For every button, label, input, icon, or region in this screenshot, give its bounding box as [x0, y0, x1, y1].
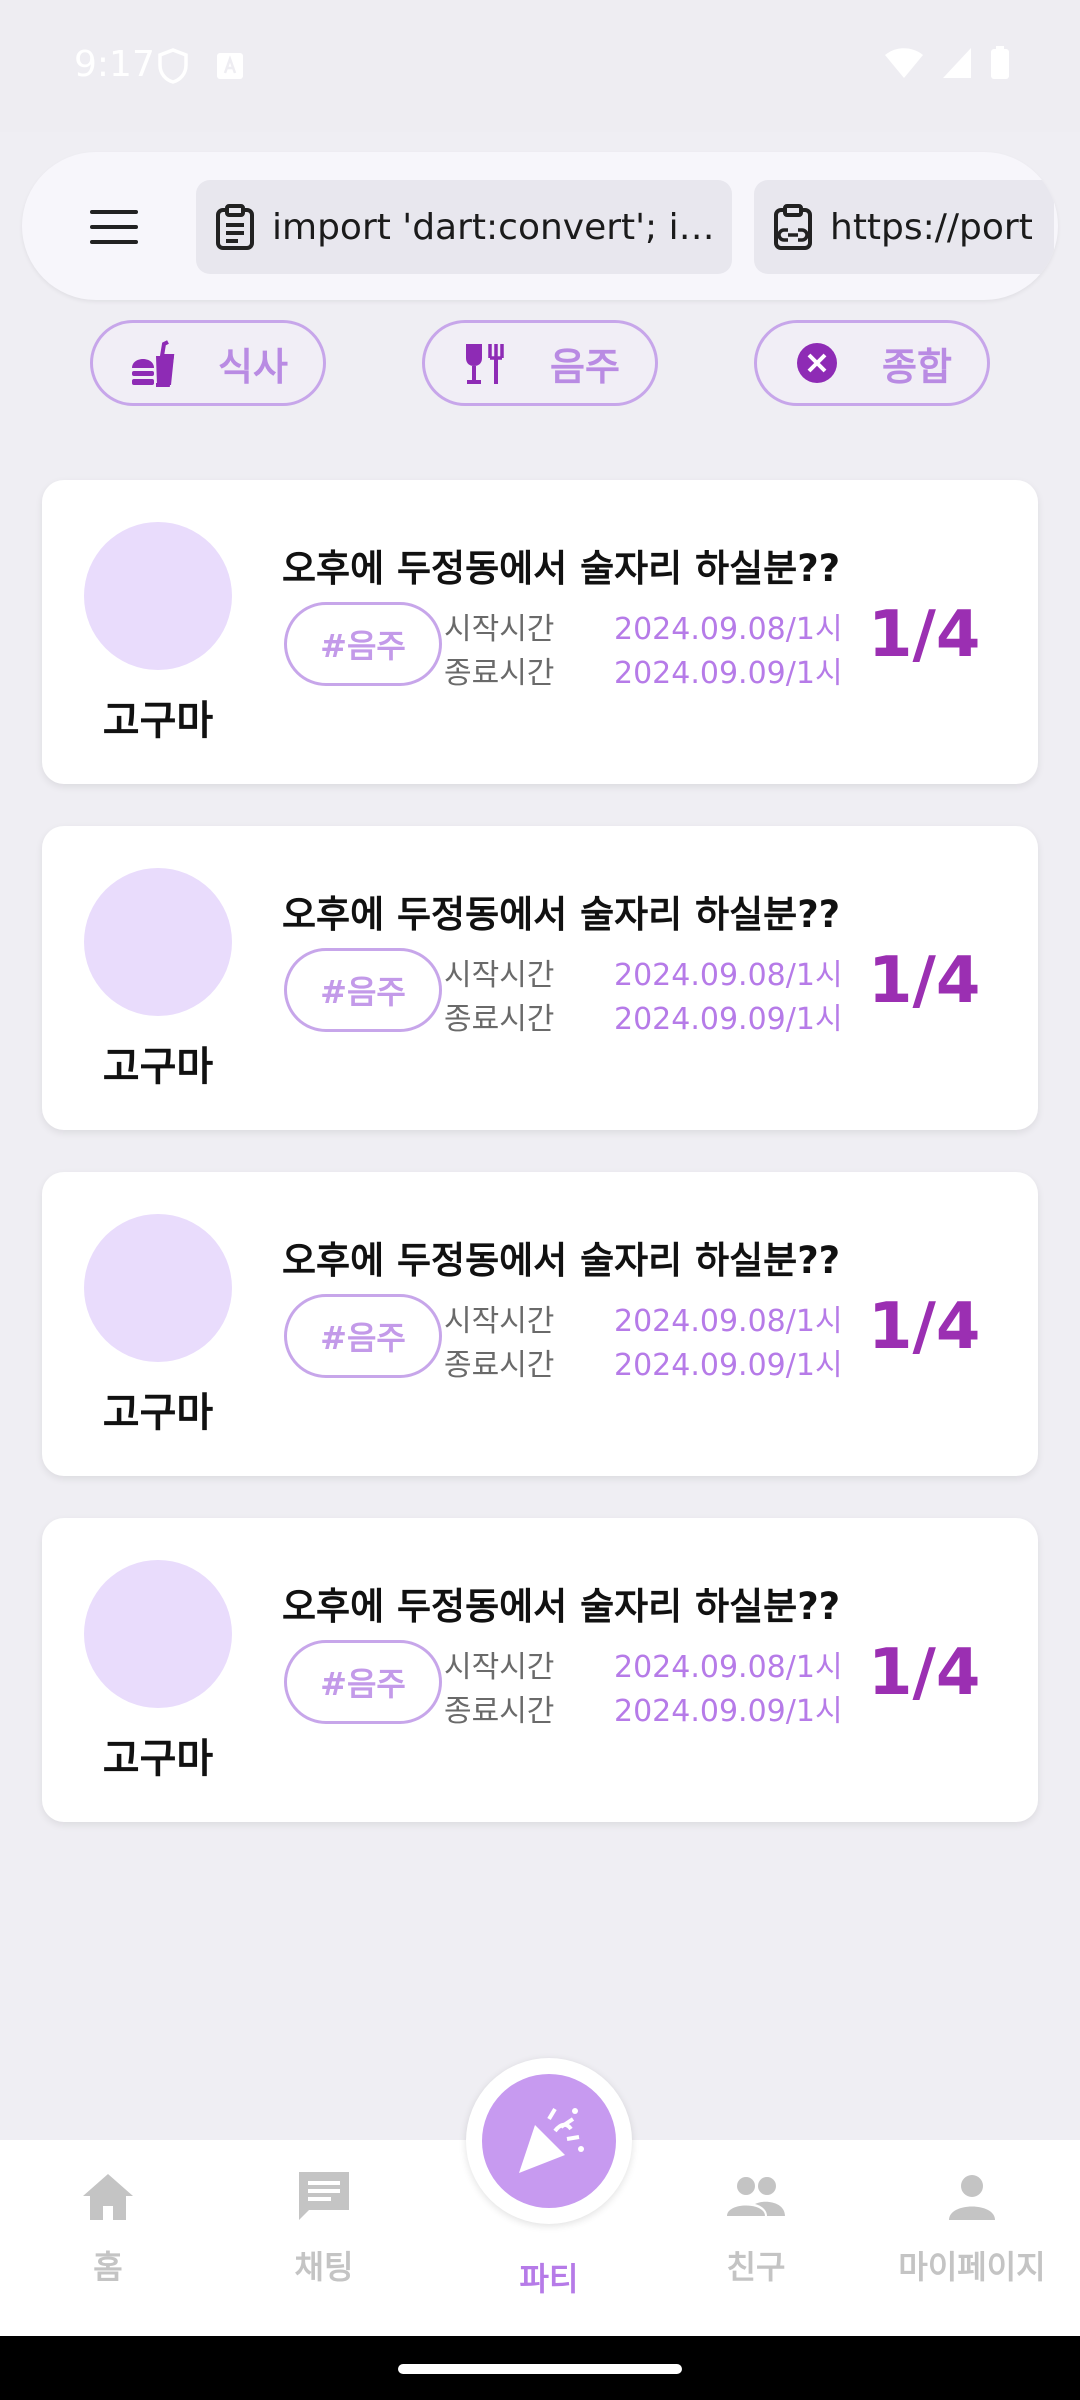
start-time-value: 2024.09.08/1시 — [614, 958, 843, 993]
host-name: 고구마 — [102, 1390, 214, 1436]
start-time-value: 2024.09.08/1시 — [614, 1304, 843, 1339]
category-drink-button[interactable]: 음주 — [422, 320, 658, 406]
party-fab-container — [466, 2058, 632, 2224]
nav-party-label: 파티 — [519, 2260, 579, 2298]
wifi-icon — [885, 48, 923, 78]
party-tag: #음주 — [284, 602, 442, 686]
party-card[interactable]: 고구마 오후에 두정동에서 술자리 하실분?? #음주 시작시간 2024.09… — [42, 826, 1038, 1130]
cellular-signal-icon — [943, 48, 971, 78]
end-time-label: 종료시간 — [444, 1348, 555, 1383]
party-tag: #음주 — [284, 1294, 442, 1378]
home-icon — [83, 2174, 133, 2220]
nav-home-label: 홈 — [93, 2248, 123, 2286]
clipboard-chip-code[interactable]: import 'dart:convert'; i… — [196, 180, 732, 274]
start-time-label: 시작시간 — [444, 958, 555, 993]
clipboard-toolbar: import 'dart:convert'; i… https://port — [22, 152, 1058, 300]
clipboard-link-icon — [774, 204, 812, 250]
menu-icon-line — [90, 210, 138, 214]
end-time-value: 2024.09.09/1시 — [614, 1348, 843, 1383]
nav-chat-label: 채팅 — [294, 2248, 354, 2286]
chat-icon — [299, 2172, 349, 2220]
gesture-handle[interactable] — [398, 2364, 682, 2374]
bar-icon — [466, 344, 504, 384]
party-fab-button[interactable] — [482, 2074, 616, 2208]
menu-icon-line — [90, 240, 138, 244]
status-right-icons — [884, 46, 1010, 80]
people-icon — [727, 2177, 785, 2216]
party-tag: #음주 — [284, 1640, 442, 1724]
start-time-label: 시작시간 — [444, 1650, 555, 1685]
host-name: 고구마 — [102, 1044, 214, 1090]
status-time: 9:17 — [74, 44, 155, 85]
start-time-value: 2024.09.08/1시 — [614, 612, 843, 647]
battery-icon — [991, 46, 1009, 79]
nav-mypage[interactable]: 마이페이지 — [864, 2166, 1080, 2288]
participant-count: 1/4 — [868, 944, 981, 1018]
end-time-label: 종료시간 — [444, 1694, 555, 1729]
end-time-value: 2024.09.09/1시 — [614, 656, 843, 691]
category-meal-button[interactable]: 식사 — [90, 320, 326, 406]
participant-count: 1/4 — [868, 1290, 981, 1364]
clipboard-chip-link[interactable]: https://port — [754, 180, 1054, 274]
participant-count: 1/4 — [868, 1636, 981, 1710]
shield-icon — [158, 48, 188, 84]
menu-button[interactable] — [90, 210, 138, 244]
menu-icon-line — [90, 225, 138, 229]
mixed-icon — [797, 343, 838, 383]
keyboard-a-icon — [217, 53, 243, 79]
person-icon — [949, 2175, 995, 2220]
celebration-icon — [519, 2107, 584, 2173]
category-drink-label: 음주 — [550, 344, 620, 389]
fastfood-icon — [132, 340, 175, 387]
end-time-label: 종료시간 — [444, 1002, 555, 1037]
party-tag: #음주 — [284, 948, 442, 1032]
party-title: 오후에 두정동에서 술자리 하실분?? — [282, 1585, 841, 1628]
nav-chat[interactable]: 채팅 — [216, 2166, 432, 2288]
party-card[interactable]: 고구마 오후에 두정동에서 술자리 하실분?? #음주 시작시간 2024.09… — [42, 1518, 1038, 1822]
party-card[interactable]: 고구마 오후에 두정동에서 술자리 하실분?? #음주 시작시간 2024.09… — [42, 480, 1038, 784]
start-time-label: 시작시간 — [444, 612, 555, 647]
nav-mypage-label: 마이페이지 — [898, 2248, 1046, 2286]
party-list: 고구마 오후에 두정동에서 술자리 하실분?? #음주 시작시간 2024.09… — [42, 480, 1038, 1864]
participant-count: 1/4 — [868, 598, 981, 672]
category-all-button[interactable]: 종합 — [754, 320, 990, 406]
status-left-icons — [158, 48, 244, 84]
host-name: 고구마 — [102, 698, 214, 744]
start-time-value: 2024.09.08/1시 — [614, 1650, 843, 1685]
host-name: 고구마 — [102, 1736, 214, 1782]
clipboard-icon — [216, 204, 254, 250]
system-navigation-area — [0, 2336, 1080, 2400]
avatar — [84, 1560, 232, 1708]
party-title: 오후에 두정동에서 술자리 하실분?? — [282, 1239, 841, 1282]
end-time-value: 2024.09.09/1시 — [614, 1694, 843, 1729]
nav-home[interactable]: 홈 — [0, 2166, 216, 2288]
clipboard-chip-link-text: https://port — [830, 206, 1033, 248]
nav-friends[interactable]: 친구 — [648, 2166, 864, 2288]
avatar — [84, 522, 232, 670]
end-time-value: 2024.09.09/1시 — [614, 1002, 843, 1037]
start-time-label: 시작시간 — [444, 1304, 555, 1339]
party-title: 오후에 두정동에서 술자리 하실분?? — [282, 893, 841, 936]
nav-friends-label: 친구 — [726, 2248, 786, 2286]
avatar — [84, 1214, 232, 1362]
status-bar: 9:17 — [0, 0, 1080, 132]
party-title: 오후에 두정동에서 술자리 하실분?? — [282, 547, 841, 590]
category-meal-label: 식사 — [218, 344, 288, 389]
avatar — [84, 868, 232, 1016]
clipboard-chip-code-text: import 'dart:convert'; i… — [272, 206, 715, 248]
category-filter-row: 식사 음주 종합 — [0, 320, 1080, 408]
end-time-label: 종료시간 — [444, 656, 555, 691]
party-card[interactable]: 고구마 오후에 두정동에서 술자리 하실분?? #음주 시작시간 2024.09… — [42, 1172, 1038, 1476]
category-all-label: 종합 — [882, 344, 952, 389]
